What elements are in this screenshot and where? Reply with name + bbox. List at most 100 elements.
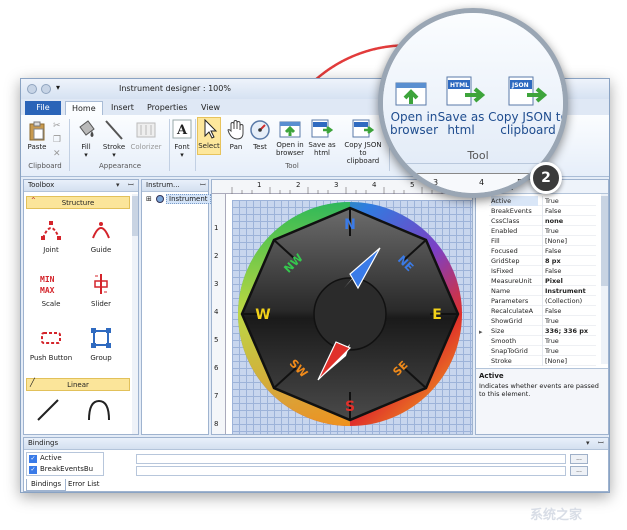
copy-icon[interactable]: ❐ [53, 135, 61, 145]
stroke-button[interactable]: Stroke ▾ [101, 119, 127, 159]
tab-properties[interactable]: Properties [141, 101, 193, 115]
property-value[interactable]: Pixel [542, 276, 596, 286]
tree-title: Instrum... [146, 181, 180, 189]
window-menu-icon[interactable] [27, 84, 37, 94]
property-row[interactable]: Stroke [None] [489, 356, 596, 366]
browse-button[interactable]: ... [570, 466, 588, 476]
cut-icon[interactable]: ✂ [53, 121, 61, 131]
select-button[interactable]: Select [197, 117, 221, 155]
arc-tool-icon[interactable] [86, 398, 112, 424]
property-value[interactable]: True [542, 196, 596, 206]
copy-json-button[interactable]: Copy JSON to clipboard [341, 119, 385, 165]
toolbox-item-slider[interactable]: Slider [76, 272, 126, 308]
property-row[interactable]: Fill [None] [489, 236, 596, 246]
dropdown-icon[interactable]: ▾ [116, 181, 120, 189]
tab-view[interactable]: View [195, 101, 226, 115]
binding-item-label: BreakEventsBu [40, 465, 94, 473]
property-row[interactable]: BreakEvents False [489, 206, 596, 216]
toolbox-item-guide[interactable]: Guide [76, 218, 126, 254]
binding-item[interactable]: ✓ Active [29, 454, 103, 465]
pin-icon[interactable]: ꟷ [200, 181, 206, 190]
property-value[interactable]: [None] [542, 356, 596, 366]
font-button[interactable]: A Font ▾ [171, 119, 193, 159]
checkbox-icon[interactable]: ✓ [29, 455, 37, 463]
delete-icon[interactable]: ✕ [53, 149, 61, 159]
dropdown-icon[interactable]: ▾ [56, 83, 60, 92]
tab-error-list[interactable]: Error List [64, 479, 104, 491]
property-name: GridStep [491, 257, 520, 265]
property-row[interactable]: MeasureUnit Pixel [489, 276, 596, 286]
property-value[interactable]: 336; 336 px [542, 326, 596, 336]
pin-icon[interactable]: ꟷ [598, 439, 604, 448]
property-row[interactable]: RecalculateA False [489, 306, 596, 316]
property-value[interactable]: 8 px [542, 256, 596, 266]
instrument-node-icon [156, 195, 164, 203]
toolbox-scrollbar[interactable] [132, 194, 138, 434]
property-value[interactable]: Instrument [542, 286, 596, 296]
browser-window-icon [279, 121, 301, 138]
test-button[interactable]: Test [249, 119, 271, 151]
property-value[interactable]: True [542, 346, 596, 356]
property-row[interactable]: Name Instrument [489, 286, 596, 296]
property-row[interactable]: Size 336; 336 px [489, 326, 596, 336]
property-value[interactable]: True [542, 316, 596, 326]
checkbox-icon[interactable]: ✓ [29, 466, 37, 474]
open-label-2: browser [275, 149, 304, 157]
line-tool-icon[interactable] [36, 398, 62, 424]
pin-icon[interactable]: ꟷ [128, 181, 134, 190]
property-row[interactable]: Focused False [489, 246, 596, 256]
property-value[interactable]: False [542, 206, 596, 216]
property-value[interactable]: True [542, 336, 596, 346]
tab-insert[interactable]: Insert [105, 101, 140, 115]
quick-access-icon[interactable] [41, 84, 51, 94]
tab-bindings[interactable]: Bindings [26, 479, 67, 491]
properties-panel: ⇅ ☷ ▦ ActiveTrueBreakEventsFalseCssClass… [475, 179, 609, 435]
paste-button[interactable]: Paste [25, 121, 49, 151]
property-value[interactable]: [None] [542, 236, 596, 246]
group-clipboard-label: Clipboard [28, 162, 62, 170]
property-row[interactable]: Enabled True [489, 226, 596, 236]
browse-button[interactable]: ... [570, 454, 588, 464]
binding-expression-input[interactable] [136, 454, 566, 464]
select-label: Select [198, 142, 220, 150]
property-row[interactable]: SnapToGrid True [489, 346, 596, 356]
property-row[interactable]: Smooth True [489, 336, 596, 346]
toolbox-item-scale[interactable]: MIN MAX Scale [26, 272, 76, 308]
property-row[interactable]: ShowGrid True [489, 316, 596, 326]
tab-home[interactable]: Home [65, 101, 103, 115]
expand-icon[interactable]: ⊞ [146, 195, 152, 203]
expand-size-icon[interactable]: ▸ [479, 328, 483, 336]
property-value[interactable]: True [542, 226, 596, 236]
binding-item[interactable]: ✓ BreakEventsBu [29, 465, 103, 476]
property-value[interactable]: (Collection) [542, 296, 596, 306]
toolbox-item-push-button[interactable]: Push Button [26, 326, 76, 362]
property-row[interactable]: CssClass none [489, 216, 596, 226]
property-row[interactable]: Active True [489, 196, 596, 206]
toolbox-item-group[interactable]: Group [76, 326, 126, 362]
save-as-html-button[interactable]: Save as html [307, 119, 337, 157]
tree-node-instrument[interactable]: Instrument [166, 194, 211, 204]
pan-button[interactable]: Pan [225, 119, 247, 151]
tab-file[interactable]: File [25, 101, 61, 115]
open-in-browser-button[interactable]: Open in browser [275, 119, 305, 157]
colorizer-button[interactable]: Colorizer [129, 119, 163, 151]
dropdown-icon[interactable]: ▾ [586, 439, 590, 447]
property-row[interactable]: Parameters (Collection) [489, 296, 596, 306]
group-icon [91, 328, 111, 348]
toolbox-section-linear[interactable]: Linear [26, 378, 130, 391]
compass-instrument[interactable]: N NE E SE S SW W NW [232, 196, 468, 432]
properties-scrollbar[interactable] [601, 194, 608, 364]
binding-expression-input[interactable] [136, 466, 566, 476]
fill-button[interactable]: Fill ▾ [75, 119, 97, 159]
toolbox-item-joint[interactable]: Joint [26, 218, 76, 254]
design-canvas[interactable]: 1 2 3 4 5 1 2 3 4 5 6 7 8 [211, 179, 473, 435]
property-value[interactable]: False [542, 266, 596, 276]
property-value[interactable]: False [542, 246, 596, 256]
toolbox-section-structure[interactable]: Structure [26, 196, 130, 209]
divider [169, 119, 170, 171]
property-row[interactable]: IsFixed False [489, 266, 596, 276]
property-row[interactable]: GridStep 8 px [489, 256, 596, 266]
callout-number-badge: 2 [530, 162, 562, 194]
property-value[interactable]: False [542, 306, 596, 316]
property-value[interactable]: none [542, 216, 596, 226]
